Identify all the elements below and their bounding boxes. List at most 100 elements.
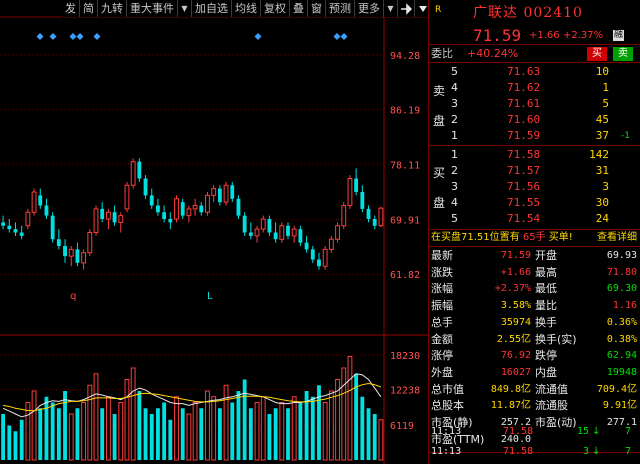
view-detail-link[interactable]: 查看详细 [597,230,637,246]
buy-button[interactable]: 买 [587,47,607,61]
toolbar-button-ma[interactable]: 均线 [232,0,261,17]
stock-name: 广联达 002410 [473,5,583,21]
volume-bar [19,419,24,460]
events-dropdown-icon[interactable]: ▼ [178,0,192,17]
ask-level: 4 [451,81,458,94]
notice-text: 在买盘71.51位置有 65手 买单! [431,232,573,243]
volume-bar [38,408,43,460]
toolbar-button-jiuzhuan[interactable]: 九转 [98,0,127,17]
quote-line: 71.59 +1.66 +2.37% 融 [429,26,640,45]
candle-body [63,246,67,257]
volume-bar [236,391,241,460]
tick-count: 7 [625,426,632,437]
event-markers[interactable] [36,33,348,40]
candle-body [7,225,12,230]
candle-body [143,178,148,196]
stat-label: 最低 [535,282,557,296]
ask-row[interactable]: 2 71.60 45 [429,112,640,128]
event-diamond-icon[interactable] [36,33,44,40]
volume-bar [25,402,31,461]
sell-button[interactable]: 卖 [613,47,633,61]
toolbar-button-jian[interactable]: 简 [80,0,98,17]
stat-value: 3.58% [500,300,531,312]
candle-body [291,228,297,237]
volume-bar [105,396,111,461]
volume-bar [248,408,253,460]
event-diamond-icon[interactable] [69,33,77,40]
candle-body [25,211,31,227]
candle-body [341,205,347,227]
candle-body [354,178,359,192]
ask-level: 3 [451,97,458,110]
divider [429,145,640,146]
kline-chart[interactable]: 94.2886.1978.1169.9161.8218230122386119 … [0,0,428,464]
volume-bar [186,413,192,461]
pin-icon[interactable] [398,0,415,17]
toolbar-button-overlay[interactable]: 叠 [290,0,308,17]
candle-body [335,225,340,240]
tick-time: 11:13 [431,446,462,457]
stat-value: 71.59 [500,250,531,261]
event-diamond-icon[interactable] [76,33,84,40]
ask-volume: 37 [595,129,609,142]
bid-row[interactable]: 2 71.57 31 [429,163,640,179]
bid-row[interactable]: 4 71.55 30 [429,195,640,211]
toolbar-button-more[interactable]: 更多 [355,0,384,17]
bid-row[interactable]: 3 71.56 3 [429,179,640,195]
volume-tick-label: 6119 [390,421,414,432]
toolbar-button-forecast[interactable]: 预测 [326,0,355,17]
stat-value: 19948 [606,366,637,378]
ask-row[interactable]: 1 71.59 37 -1 [429,128,640,144]
stat-label: 跌停 [535,349,557,363]
ask-volume: 1 [602,81,609,94]
candle-body [13,229,18,233]
ask-row[interactable]: 5 71.63 10 [429,64,640,80]
candle-body [372,219,377,226]
event-diamond-icon[interactable] [93,33,101,40]
volume-bar [328,390,334,461]
price-tick-label: 86.19 [390,106,420,117]
volume-bar [180,408,185,460]
toolbar-button-adjust[interactable]: 复权 [261,0,290,17]
candle-body [230,185,235,199]
stat-label: 换手(实) [535,332,577,346]
toolbar-button-window[interactable]: 窗 [308,0,326,17]
candle-body [205,194,210,213]
bid-price: 71.58 [507,148,541,161]
bid-level: 1 [451,148,458,161]
candle-body [260,218,266,230]
stat-value: 76.92 [500,350,531,362]
more-dropdown-icon[interactable]: ▼ [384,0,398,17]
toolbar-button-events[interactable]: 重大事件 [127,0,178,17]
bid-row[interactable]: 1 71.58 142 [429,147,640,163]
stat-value: 709.4亿 [596,383,637,395]
candle-body [68,248,74,257]
candle-body [1,222,6,226]
ask-row[interactable]: 3 71.61 5 [429,96,640,112]
event-diamond-icon[interactable] [254,33,262,40]
volume-bar [372,414,377,460]
ask-row[interactable]: 4 71.62 1 [429,80,640,96]
volume-bar [298,402,303,460]
stat-value: 35974 [500,316,531,328]
candle-body [149,195,154,206]
market-marker: R [435,5,442,15]
candle-body [217,188,222,203]
candle-body [298,229,303,243]
candle-body [310,249,315,260]
ask-volume: 45 [595,113,609,126]
event-diamond-icon[interactable] [49,33,57,40]
sell-side-label: 盘 [433,114,446,128]
event-diamond-icon[interactable] [333,33,341,40]
bid-volume: 142 [589,148,609,161]
toolbar-button-add-watchlist[interactable]: 加自选 [192,0,232,17]
bid-volume: 30 [595,196,609,209]
event-diamond-icon[interactable] [340,33,348,40]
toolbar-button-fa[interactable]: 发 [62,0,80,17]
ask-price: 71.63 [507,65,541,78]
volume-bar [286,408,290,460]
bid-row[interactable]: 5 71.54 24 [429,211,640,227]
candle-body [186,208,192,217]
volume-bar [112,414,117,460]
volume-bar [199,408,204,460]
